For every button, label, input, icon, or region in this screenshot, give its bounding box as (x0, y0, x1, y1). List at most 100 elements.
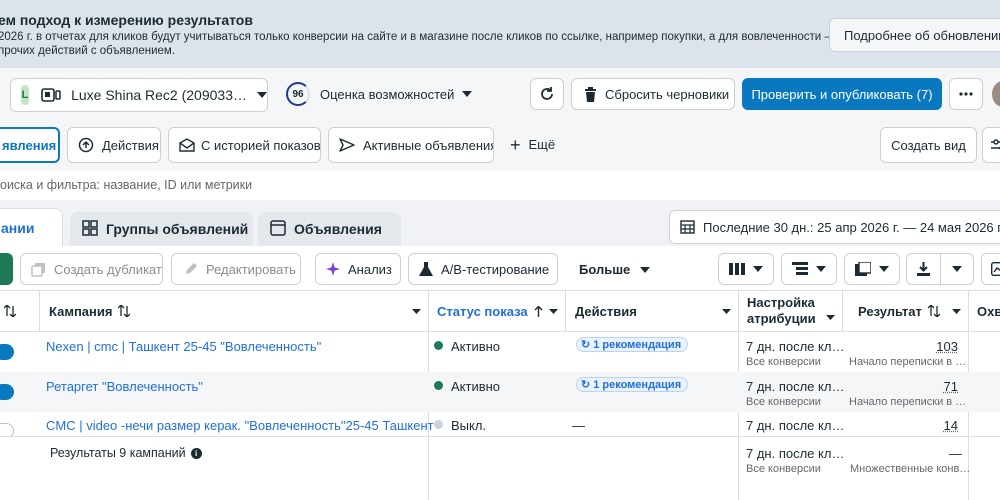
more-actions-button[interactable]: Больше (579, 262, 650, 277)
columns-icon (729, 263, 745, 275)
column-attribution[interactable]: Настройка атрибуции (738, 290, 842, 332)
recommendation-label: 1 рекомендация (593, 379, 681, 391)
tab-ads[interactable]: Объявления (258, 212, 401, 246)
review-publish-button[interactable]: Проверить и опубликовать (7) (742, 78, 942, 110)
chart-icon (991, 262, 1000, 276)
avatar[interactable] (992, 81, 1000, 107)
column-status-label: Статус показа (437, 304, 528, 319)
campaign-toggle[interactable] (0, 384, 14, 400)
caret-down-icon (753, 266, 763, 272)
learn-more-button[interactable]: Подробнее об обновлении (829, 18, 1000, 52)
refresh-icon (539, 86, 555, 102)
customize-button[interactable] (982, 127, 1000, 163)
caret-down-icon (462, 91, 472, 97)
sort-column[interactable] (0, 290, 39, 332)
more-views-label: Ещё (529, 137, 556, 152)
table-summary: Результаты 9 кампаний i 7 дн. после кл… … (0, 436, 1000, 500)
table-row[interactable]: Nexen | cmc | Ташкент 25-45 "Вовлеченнос… (0, 332, 1000, 372)
recommendation-icon: ↻ (581, 378, 590, 391)
column-reach[interactable]: Охв (968, 290, 1000, 332)
result-value[interactable]: 14 (944, 418, 958, 433)
campaign-name-link[interactable]: Ретаргет "Вовлеченность" (46, 379, 203, 394)
score-gauge-icon: 96 (286, 82, 310, 106)
action-empty: — (572, 418, 585, 433)
breakdown-button[interactable] (781, 253, 837, 285)
date-range-picker[interactable]: Последние 30 дн.: 25 апр 2026 г. — 24 ма… (669, 210, 1000, 244)
recommendation-badge[interactable]: ↻ 1 рекомендация (576, 337, 688, 352)
analysis-label: Анализ (348, 262, 392, 277)
summary-label: Результаты 9 кампаний (50, 446, 186, 460)
summary-result-sub: Множественные конв… (850, 463, 970, 475)
caret-down-icon (722, 309, 731, 314)
result-value[interactable]: 103 (936, 339, 958, 354)
opportunity-score[interactable]: 96 Оценка возможностей (286, 82, 472, 106)
view-tab-ads[interactable]: явления (0, 127, 60, 163)
discard-drafts-button[interactable]: Сбросить черновики (571, 78, 735, 110)
campaign-name-link[interactable]: CMC | video -нечи размер керак. "Вовлече… (46, 418, 434, 433)
analysis-button[interactable]: Анализ (315, 253, 401, 285)
status-text: Активно (451, 379, 500, 394)
info-banner: ем подход к измерению результатов 2026 г… (0, 0, 1000, 68)
result-value[interactable]: 71 (944, 379, 958, 394)
ab-test-button[interactable]: A/B-тестирование (408, 253, 558, 285)
sort-icon (118, 305, 130, 317)
sliders-icon (991, 139, 1000, 151)
column-result[interactable]: Результат (842, 290, 968, 332)
column-campaign[interactable]: Кампания (39, 290, 428, 332)
info-icon[interactable]: i (191, 448, 202, 459)
date-range-label: Последние 30 дн.: 25 апр 2026 г. — 24 ма… (703, 220, 1000, 235)
view-tab-active[interactable]: Активные объявления (328, 127, 494, 163)
grid-icon (82, 220, 98, 236)
caret-down-icon (549, 309, 558, 314)
more-views-button[interactable]: + Ещё (510, 137, 555, 152)
tab-adsets[interactable]: Группы объявлений (70, 212, 253, 246)
view-tab-actions[interactable]: Действия (67, 127, 161, 163)
caret-down-icon (826, 315, 835, 320)
recommendation-badge[interactable]: ↻ 1 рекомендация (576, 377, 688, 392)
result-sub: Начало переписки в … (849, 396, 966, 408)
refresh-button[interactable] (530, 78, 564, 110)
level-tabs: ании Группы объявлений Объявления Послед… (0, 200, 1000, 246)
search-input[interactable]: оиска и фильтра: название, ID или метрик… (0, 178, 252, 192)
column-status[interactable]: Статус показа (428, 290, 565, 332)
summary-result: — (949, 446, 962, 461)
duplicate-button[interactable]: Создать дубликат (20, 253, 163, 285)
attribution-value: 7 дн. после кл… (746, 379, 844, 394)
view-tab-label: Действия (102, 138, 159, 153)
create-view-button[interactable]: Создать вид (880, 127, 977, 163)
actions-toolbar: Создать дубликат Редактировать Анализ A/… (0, 246, 1000, 290)
campaign-toggle[interactable] (0, 423, 14, 436)
edit-button[interactable]: Редактировать (171, 253, 301, 285)
flask-icon (419, 262, 433, 277)
trash-icon (584, 87, 597, 102)
export-button[interactable] (906, 253, 974, 285)
tab-campaigns[interactable]: ании (0, 208, 63, 246)
attribution-sub: Все конверсии (746, 356, 821, 368)
column-attribution-label-2: атрибуции (747, 311, 816, 327)
caret-down-icon (640, 267, 650, 273)
account-name: Luxe Shina Rec2 (209033… (71, 87, 247, 103)
status-dot (434, 420, 443, 429)
charts-button[interactable] (981, 253, 1000, 285)
view-tab-history[interactable]: С историей показов (168, 127, 321, 163)
summary-attribution: 7 дн. после кл… (746, 446, 844, 461)
summary-label-group: Результаты 9 кампаний i (50, 446, 202, 460)
campaign-name-link[interactable]: Nexen | cmc | Ташкент 25-45 "Вовлеченнос… (46, 339, 321, 354)
duplicate-label: Создать дубликат (54, 262, 162, 277)
banner-text-2: прочих действий с объявлением. (0, 45, 175, 57)
account-selector[interactable]: L Luxe Shina Rec2 (209033… (10, 78, 268, 112)
create-button[interactable] (0, 253, 13, 285)
discard-drafts-label: Сбросить черновики (605, 87, 729, 102)
campaign-toggle[interactable] (0, 344, 14, 360)
upload-circle-icon (78, 137, 94, 153)
columns-button[interactable] (718, 253, 774, 285)
column-actions[interactable]: Действия (565, 290, 738, 332)
caret-down-icon (879, 266, 889, 272)
sort-icon (4, 305, 16, 317)
status-text: Выкл. (451, 418, 486, 433)
table-row[interactable]: CMC | video -нечи размер керак. "Вовлече… (0, 412, 1000, 436)
reports-button[interactable] (844, 253, 900, 285)
more-options-button[interactable] (949, 78, 983, 110)
search-bar[interactable]: оиска и фильтра: название, ID или метрик… (0, 170, 1000, 200)
table-row[interactable]: Ретаргет "Вовлеченность" Активно ↻ 1 рек… (0, 372, 1000, 412)
